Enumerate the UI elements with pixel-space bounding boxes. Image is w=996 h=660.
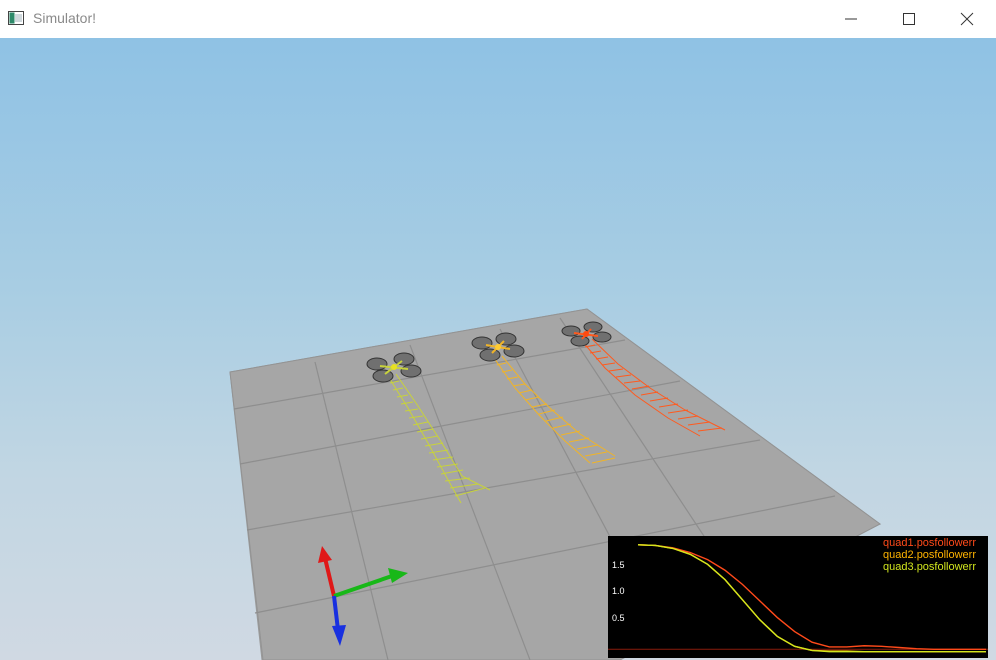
- y-tick-label: 1.0: [612, 586, 625, 596]
- app-window-icon: [8, 11, 24, 25]
- plot-legend: quad1.posfollowerr quad2.posfollowerr qu…: [883, 537, 976, 573]
- maximize-button[interactable]: [880, 0, 938, 38]
- legend-item-quad2: quad2.posfollowerr: [883, 549, 976, 561]
- y-tick-label: 0.5: [612, 613, 625, 623]
- y-tick-label: 1.5: [612, 560, 625, 570]
- simulator-viewport[interactable]: 1.5 1.0 0.5 quad1.posfollowerr quad2.pos…: [0, 38, 996, 660]
- close-button[interactable]: [938, 0, 996, 38]
- error-plot: 1.5 1.0 0.5 quad1.posfollowerr quad2.pos…: [608, 536, 988, 658]
- window-title: Simulator!: [33, 10, 97, 26]
- maximize-icon: [903, 13, 915, 25]
- close-icon: [960, 12, 974, 26]
- minimize-icon: [845, 18, 857, 20]
- title-bar: Simulator!: [0, 0, 996, 38]
- minimize-button[interactable]: [822, 0, 880, 38]
- legend-item-quad3: quad3.posfollowerr: [883, 561, 976, 573]
- legend-item-quad1: quad1.posfollowerr: [883, 537, 976, 549]
